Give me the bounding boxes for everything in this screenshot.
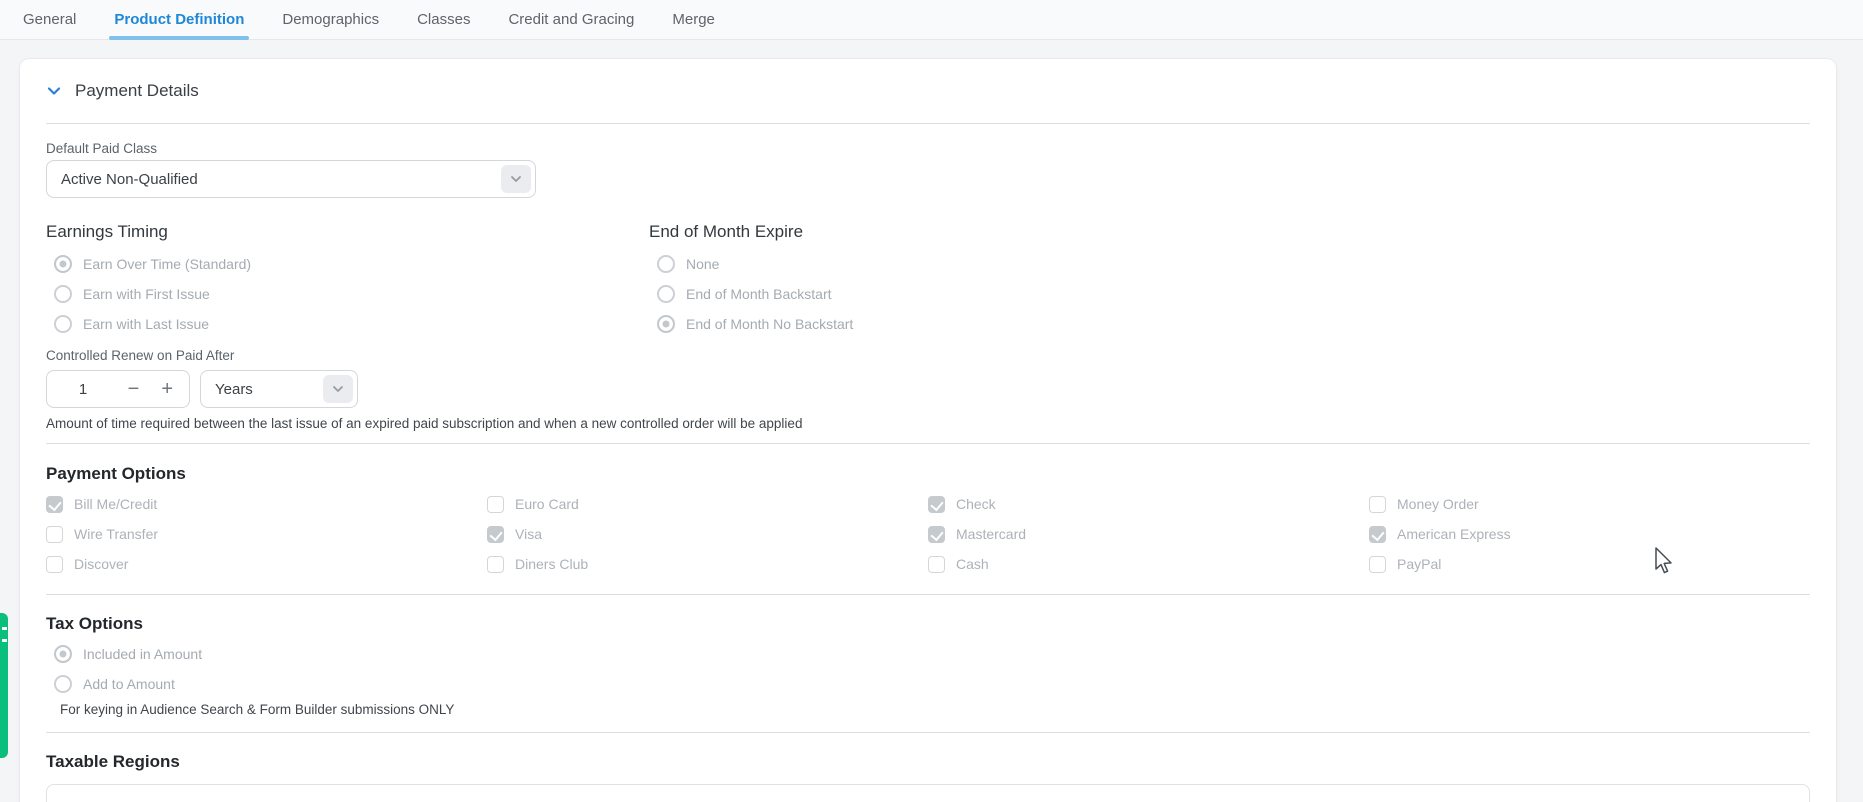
- payment-details-card: Payment Details Default Paid Class Activ…: [19, 58, 1837, 802]
- tab-credit-and-gracing[interactable]: Credit and Gracing: [506, 0, 636, 40]
- stepper-value[interactable]: 1: [63, 381, 103, 398]
- checkbox-icon: [46, 526, 63, 543]
- radio-icon: [54, 255, 72, 273]
- radio-icon: [54, 645, 72, 663]
- checkbox-icon: [928, 526, 945, 543]
- divider: [46, 443, 1810, 444]
- radio-earn-first-issue[interactable]: Earn with First Issue: [46, 279, 649, 309]
- radio-earn-over-time[interactable]: Earn Over Time (Standard): [46, 249, 649, 279]
- divider: [46, 594, 1810, 595]
- radio-icon: [54, 675, 72, 693]
- tax-options-help: For keying in Audience Search & Form Bui…: [46, 702, 1810, 717]
- panel-title: Payment Details: [75, 81, 199, 101]
- checkbox-paypal[interactable]: PayPal: [1369, 549, 1810, 579]
- radio-end-of-month-backstart[interactable]: End of Month Backstart: [649, 279, 1810, 309]
- select-value: Years: [215, 381, 253, 398]
- toast-notification[interactable]: [0, 613, 8, 758]
- tab-merge[interactable]: Merge: [670, 0, 717, 40]
- payment-options-column: Euro Card Visa Diners Club: [487, 489, 928, 579]
- select-value: Active Non-Qualified: [61, 171, 198, 188]
- checkbox-money-order[interactable]: Money Order: [1369, 489, 1810, 519]
- payment-options-column: Bill Me/Credit Wire Transfer Discover: [46, 489, 487, 579]
- end-of-month-expire-group: End of Month Expire None End of Month Ba…: [649, 222, 1810, 339]
- checkbox-icon: [1369, 526, 1386, 543]
- payment-options-column: Money Order American Express PayPal: [1369, 489, 1810, 579]
- page: General Product Definition Demographics …: [0, 0, 1863, 802]
- checkbox-icon: [487, 526, 504, 543]
- checkbox-discover[interactable]: Discover: [46, 549, 487, 579]
- increment-button[interactable]: +: [161, 379, 173, 399]
- toast-icon-line: [2, 639, 7, 642]
- payment-options-grid: Bill Me/Credit Wire Transfer Discover Eu…: [46, 489, 1810, 579]
- earnings-timing-group: Earnings Timing Earn Over Time (Standard…: [46, 222, 649, 339]
- divider: [46, 123, 1810, 124]
- controlled-renew-help: Amount of time required between the last…: [46, 416, 1810, 431]
- radio-icon: [657, 255, 675, 273]
- checkbox-icon: [46, 496, 63, 513]
- renew-unit-select[interactable]: Years: [200, 370, 358, 408]
- controlled-renew-stepper[interactable]: 1 − +: [46, 370, 190, 408]
- checkbox-american-express[interactable]: American Express: [1369, 519, 1810, 549]
- payment-options-column: Check Mastercard Cash: [928, 489, 1369, 579]
- default-paid-class-label: Default Paid Class: [46, 141, 1810, 156]
- tab-classes[interactable]: Classes: [415, 0, 472, 40]
- radio-none[interactable]: None: [649, 249, 1810, 279]
- controlled-renew-controls: 1 − + Years: [46, 370, 1810, 408]
- checkbox-wire-transfer[interactable]: Wire Transfer: [46, 519, 487, 549]
- radio-earn-last-issue[interactable]: Earn with Last Issue: [46, 309, 649, 339]
- tab-general[interactable]: General: [21, 0, 78, 40]
- toast-icon-line: [2, 627, 7, 630]
- checkbox-icon: [1369, 496, 1386, 513]
- checkbox-euro-card[interactable]: Euro Card: [487, 489, 928, 519]
- checkbox-icon: [928, 496, 945, 513]
- tab-bar: General Product Definition Demographics …: [0, 0, 1863, 40]
- end-of-month-expire-title: End of Month Expire: [649, 222, 1810, 242]
- checkbox-cash[interactable]: Cash: [928, 549, 1369, 579]
- taxable-regions-panel[interactable]: [46, 784, 1810, 802]
- earnings-timing-title: Earnings Timing: [46, 222, 649, 242]
- checkbox-icon: [928, 556, 945, 573]
- default-paid-class-select[interactable]: Active Non-Qualified: [46, 160, 536, 198]
- payment-details-header: Payment Details: [46, 59, 1810, 101]
- radio-icon: [657, 285, 675, 303]
- radio-icon: [54, 315, 72, 333]
- controlled-renew-label: Controlled Renew on Paid After: [46, 348, 1810, 363]
- chevron-down-icon: [323, 375, 353, 403]
- decrement-button[interactable]: −: [128, 379, 140, 399]
- radio-included-in-amount[interactable]: Included in Amount: [46, 639, 1810, 669]
- taxable-regions-title: Taxable Regions: [46, 752, 1810, 772]
- checkbox-icon: [1369, 556, 1386, 573]
- chevron-down-icon: [501, 165, 531, 193]
- radio-end-of-month-no-backstart[interactable]: End of Month No Backstart: [649, 309, 1810, 339]
- tax-options-title: Tax Options: [46, 614, 1810, 634]
- divider: [46, 732, 1810, 733]
- tab-demographics[interactable]: Demographics: [280, 0, 381, 40]
- checkbox-icon: [487, 556, 504, 573]
- radio-icon: [54, 285, 72, 303]
- radio-icon: [657, 315, 675, 333]
- checkbox-visa[interactable]: Visa: [487, 519, 928, 549]
- tab-product-definition[interactable]: Product Definition: [112, 0, 246, 40]
- checkbox-icon: [487, 496, 504, 513]
- payment-options-title: Payment Options: [46, 464, 1810, 484]
- radio-add-to-amount[interactable]: Add to Amount: [46, 669, 1810, 699]
- checkbox-check[interactable]: Check: [928, 489, 1369, 519]
- checkbox-icon: [46, 556, 63, 573]
- checkbox-bill-me-credit[interactable]: Bill Me/Credit: [46, 489, 487, 519]
- checkbox-mastercard[interactable]: Mastercard: [928, 519, 1369, 549]
- radio-groups: Earnings Timing Earn Over Time (Standard…: [46, 222, 1810, 339]
- checkbox-diners-club[interactable]: Diners Club: [487, 549, 928, 579]
- chevron-down-icon[interactable]: [46, 83, 62, 99]
